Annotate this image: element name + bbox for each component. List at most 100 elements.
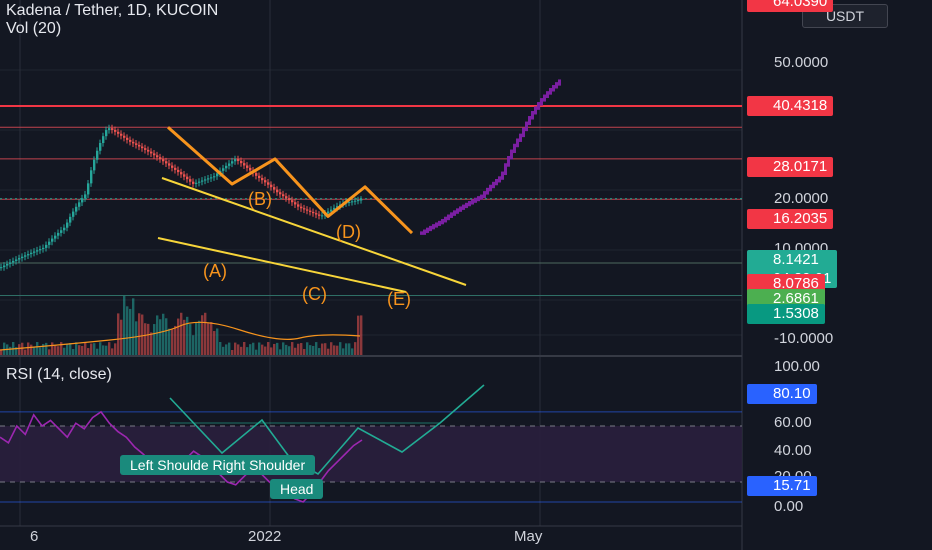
volume-bar bbox=[141, 314, 144, 355]
volume-bar bbox=[75, 342, 78, 355]
price-axis-label: -10.0000 bbox=[774, 330, 834, 347]
projection-candle bbox=[444, 216, 447, 223]
volume-bar bbox=[252, 342, 255, 355]
candle bbox=[195, 182, 198, 184]
candle bbox=[315, 213, 318, 215]
candle bbox=[117, 131, 120, 134]
volume-bar bbox=[204, 312, 207, 355]
candle bbox=[129, 139, 132, 142]
volume-bar bbox=[54, 344, 57, 355]
volume-bar bbox=[297, 343, 300, 355]
candle bbox=[177, 169, 180, 173]
volume-bar bbox=[201, 315, 204, 355]
volume-bar bbox=[93, 343, 96, 355]
candle bbox=[84, 194, 87, 199]
volume-bar bbox=[279, 349, 282, 355]
candle bbox=[360, 199, 363, 201]
volume-bar bbox=[117, 313, 120, 355]
price-axis-label: 50.0000 bbox=[774, 54, 829, 71]
candle bbox=[270, 184, 273, 188]
projection-candle bbox=[543, 94, 546, 102]
candle bbox=[78, 202, 81, 207]
projection-candle bbox=[435, 222, 438, 228]
volume-bar bbox=[273, 343, 276, 355]
volume-bar bbox=[321, 343, 324, 355]
volume-bar bbox=[234, 342, 237, 355]
volume-bar bbox=[249, 344, 252, 355]
projection-candle bbox=[471, 199, 474, 205]
candle bbox=[126, 137, 129, 140]
volume-bar bbox=[315, 342, 318, 355]
volume-bar bbox=[219, 342, 222, 355]
volume-bar bbox=[258, 342, 261, 355]
volume-bar bbox=[105, 345, 108, 355]
candle bbox=[312, 211, 315, 214]
volume-bar bbox=[27, 342, 30, 355]
volume-bar bbox=[324, 343, 327, 355]
projection-candle bbox=[552, 85, 555, 92]
candle bbox=[348, 201, 351, 203]
candle bbox=[276, 189, 279, 193]
volume-bar bbox=[150, 332, 153, 355]
projection-candle bbox=[546, 91, 549, 99]
volume-bar bbox=[129, 308, 132, 355]
candle bbox=[282, 194, 285, 197]
volume-bar bbox=[222, 346, 225, 355]
volume-bar bbox=[123, 295, 126, 355]
candle bbox=[69, 216, 72, 223]
candle bbox=[6, 263, 9, 266]
volume-bar bbox=[33, 346, 36, 355]
candle bbox=[198, 181, 201, 183]
price-tag-level-6: 1.5308 bbox=[747, 304, 825, 324]
candle bbox=[114, 129, 117, 132]
volume-bar bbox=[3, 342, 6, 355]
volume-bar bbox=[192, 335, 195, 355]
volume-bar bbox=[186, 316, 189, 355]
volume-bar bbox=[270, 347, 273, 355]
volume-indicator-label[interactable]: Vol (20) bbox=[6, 20, 61, 38]
candle bbox=[309, 210, 312, 212]
projection-candle bbox=[450, 212, 453, 218]
volume-bar bbox=[174, 325, 177, 355]
rsi-indicator-label[interactable]: RSI (14, close) bbox=[6, 366, 112, 384]
volume-bar bbox=[108, 342, 111, 355]
candle bbox=[351, 201, 354, 203]
volume-bar bbox=[24, 349, 27, 355]
x-tick-label: 2022 bbox=[248, 528, 282, 545]
volume-bar bbox=[165, 318, 168, 355]
candle bbox=[24, 255, 27, 257]
candle bbox=[159, 157, 162, 160]
volume-bar bbox=[264, 346, 267, 355]
shoulders-annotation[interactable]: Left Shoulde Right Shoulder bbox=[120, 455, 316, 475]
projection-candle bbox=[429, 225, 432, 232]
candle bbox=[261, 178, 264, 181]
candle bbox=[231, 161, 234, 164]
price-tag-level-3: 16.2035 bbox=[747, 209, 834, 229]
candle bbox=[165, 161, 168, 164]
candle bbox=[279, 192, 282, 195]
candle bbox=[21, 256, 24, 259]
candle bbox=[93, 159, 96, 171]
volume-bar bbox=[312, 345, 315, 355]
volume-bar bbox=[138, 313, 141, 355]
candle bbox=[60, 230, 63, 233]
volume-bar bbox=[237, 344, 240, 355]
candle bbox=[306, 209, 309, 211]
candle bbox=[12, 260, 15, 263]
volume-bar bbox=[291, 342, 294, 355]
rsi-tag-high: 80.10 bbox=[747, 384, 817, 404]
volume-bar bbox=[69, 343, 72, 355]
rsi-axis-label: 40.00 bbox=[774, 442, 812, 459]
head-annotation[interactable]: Head bbox=[270, 479, 324, 499]
candle bbox=[105, 130, 108, 137]
volume-bar bbox=[159, 319, 162, 355]
candle bbox=[264, 180, 267, 183]
candle bbox=[75, 206, 78, 212]
candle bbox=[45, 244, 48, 248]
volume-bar bbox=[354, 342, 357, 355]
volume-bar bbox=[216, 328, 219, 355]
candle bbox=[258, 175, 261, 179]
wave-label-c: (C) bbox=[302, 284, 327, 304]
projection-candle bbox=[504, 163, 507, 176]
volume-bar bbox=[231, 349, 234, 355]
